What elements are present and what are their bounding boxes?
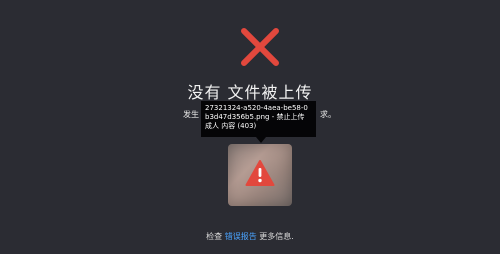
page-title: 没有 文件被上传 (187, 83, 313, 102)
error-report-link[interactable]: 错误报告 (225, 232, 257, 241)
footer-suffix: 更多信息. (259, 232, 294, 241)
close-x-icon (241, 28, 279, 66)
description-text-end: 求。 (320, 110, 336, 119)
footer-text: 检查 错误报告 更多信息. (0, 231, 500, 242)
tooltip-arrow (256, 137, 266, 143)
upload-error-page: 没有 文件被上传 发生 求。 27321324-a520-4aea-be58-0… (0, 0, 500, 254)
file-thumbnail[interactable] (228, 144, 292, 206)
footer-prefix: 检查 (206, 232, 223, 241)
warning-triangle-icon (245, 160, 275, 186)
description-text-start: 发生 (183, 110, 199, 119)
error-tooltip: 27321324-a520-4aea-be58-0b3d47d356b5.png… (201, 101, 316, 137)
